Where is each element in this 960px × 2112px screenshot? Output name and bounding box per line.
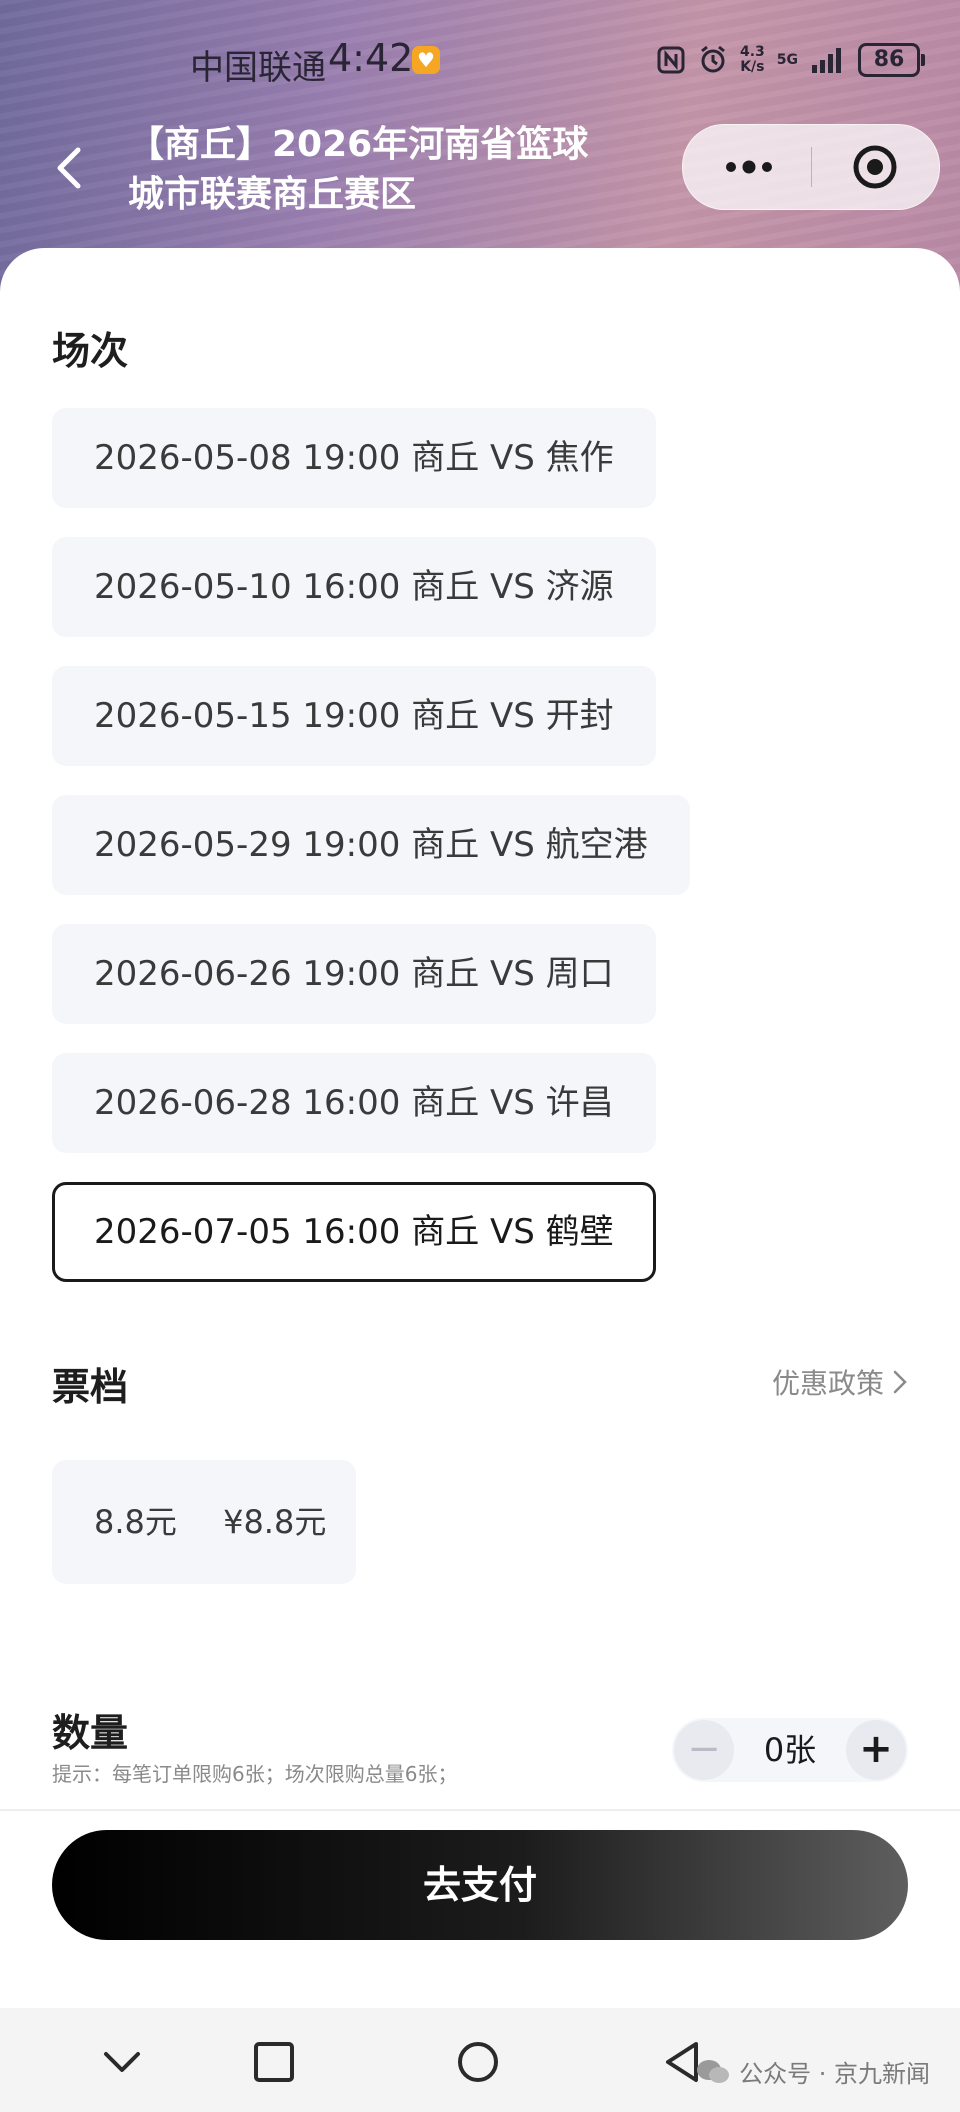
- discount-policy-label: 优惠政策: [771, 1367, 884, 1400]
- notification-badge-icon: ♥: [412, 46, 440, 74]
- page-title: 【商丘】2026年河南省篮球 城市联赛商丘赛区: [128, 120, 648, 220]
- mini-program-capsule: [682, 124, 940, 210]
- session-option-selected[interactable]: 2026-07-05 16:00 商丘 VS 鹤壁: [52, 1182, 656, 1282]
- recents-square-icon[interactable]: [252, 2040, 296, 2084]
- signal-icon: [812, 48, 841, 73]
- network-speed: 4.3 K/s: [740, 45, 765, 75]
- quantity-hint: 提示：每笔订单限购6张；场次限购总量6张；: [52, 1762, 458, 1786]
- more-icon[interactable]: [719, 153, 779, 181]
- ticket-tier-name: 8.8元: [94, 1503, 177, 1541]
- watermark: 公众号 · 京九新闻: [695, 2054, 930, 2089]
- decrease-button[interactable]: −: [674, 1720, 734, 1780]
- tickets-title: 票档: [52, 1365, 129, 1409]
- chevron-left-icon[interactable]: [50, 146, 90, 190]
- increase-button[interactable]: +: [846, 1720, 906, 1780]
- capsule-divider: [811, 147, 812, 187]
- session-option[interactable]: 2026-06-28 16:00 商丘 VS 许昌: [52, 1053, 656, 1153]
- session-option[interactable]: 2026-06-26 19:00 商丘 VS 周口: [52, 924, 656, 1024]
- session-list: 2026-05-08 19:00 商丘 VS 焦作 2026-05-10 16:…: [52, 408, 912, 1311]
- quantity-stepper: − 0张 +: [672, 1718, 908, 1782]
- ticket-tier-option[interactable]: 8.8元 ¥8.8元: [52, 1460, 356, 1584]
- pay-button[interactable]: 去支付: [52, 1830, 908, 1940]
- target-icon[interactable]: [851, 143, 899, 191]
- discount-policy-link[interactable]: 优惠政策: [772, 1362, 908, 1402]
- page-title-line2: 城市联赛商丘赛区: [128, 174, 417, 215]
- quantity-title: 数量: [52, 1711, 129, 1755]
- screen: 中国联通 4:42 ♥ 4.3 K/s 5G 86 【商丘】2026年河南省篮球…: [0, 0, 960, 2112]
- watermark-text: 公众号 · 京九新闻: [739, 2060, 930, 2088]
- session-option[interactable]: 2026-05-29 19:00 商丘 VS 航空港: [52, 795, 690, 895]
- footer-divider: [0, 1809, 960, 1811]
- session-option[interactable]: 2026-05-10 16:00 商丘 VS 济源: [52, 537, 656, 637]
- network-type: 5G: [776, 52, 798, 68]
- home-circle-icon[interactable]: [456, 2040, 500, 2084]
- ticket-tier-price: ¥8.8元: [223, 1503, 327, 1541]
- wechat-icon: [697, 2059, 730, 2083]
- carrier-name: 中国联通: [190, 48, 326, 88]
- status-indicators: 4.3 K/s 5G 86: [656, 42, 925, 78]
- sessions-title: 场次: [52, 329, 129, 373]
- speed-value: 4.3: [739, 44, 765, 60]
- session-option[interactable]: 2026-05-15 19:00 商丘 VS 开封: [52, 666, 656, 766]
- chevron-down-icon[interactable]: [100, 2040, 144, 2084]
- content-sheet: 场次 2026-05-08 19:00 商丘 VS 焦作 2026-05-10 …: [0, 248, 960, 2112]
- chevron-right-icon: [893, 1370, 907, 1394]
- battery-indicator: 86: [858, 43, 925, 77]
- alarm-icon: [701, 45, 725, 73]
- status-time: 4:42: [328, 36, 414, 80]
- speed-unit: K/s: [740, 59, 765, 75]
- quantity-value: 0张: [763, 1731, 817, 1769]
- session-option[interactable]: 2026-05-08 19:00 商丘 VS 焦作: [52, 408, 656, 508]
- page-title-line1: 【商丘】2026年河南省篮球: [128, 124, 589, 165]
- nfc-icon: [657, 46, 685, 74]
- status-bar: 中国联通 4:42 ♥ 4.3 K/s 5G 86: [0, 0, 960, 120]
